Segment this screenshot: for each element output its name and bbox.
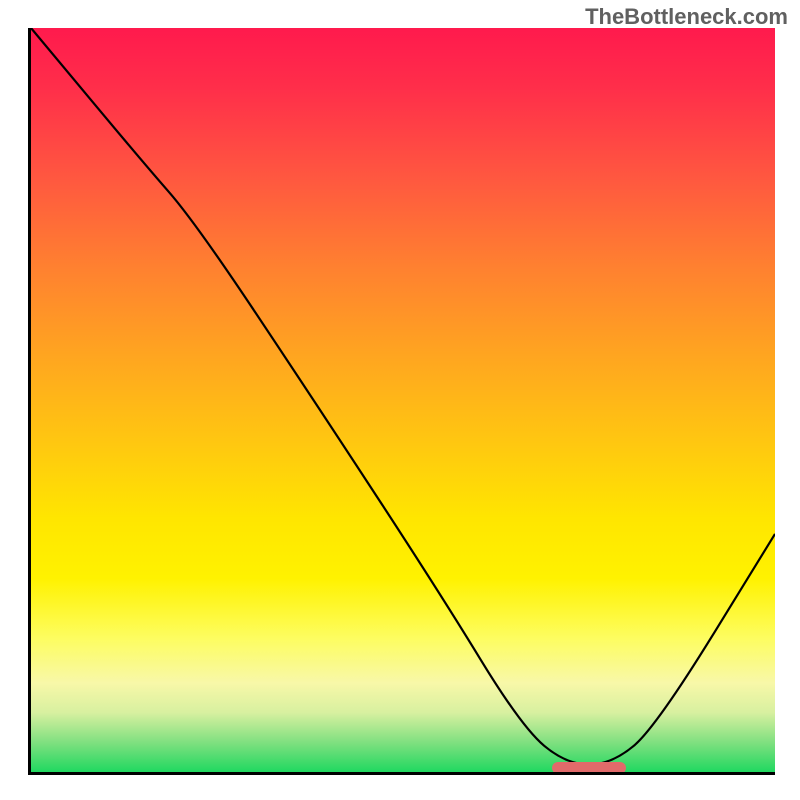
watermark-text: TheBottleneck.com — [585, 4, 788, 30]
curve-svg — [31, 28, 775, 772]
optimal-marker — [552, 762, 626, 774]
bottleneck-curve — [31, 28, 775, 765]
plot-area — [28, 28, 775, 775]
